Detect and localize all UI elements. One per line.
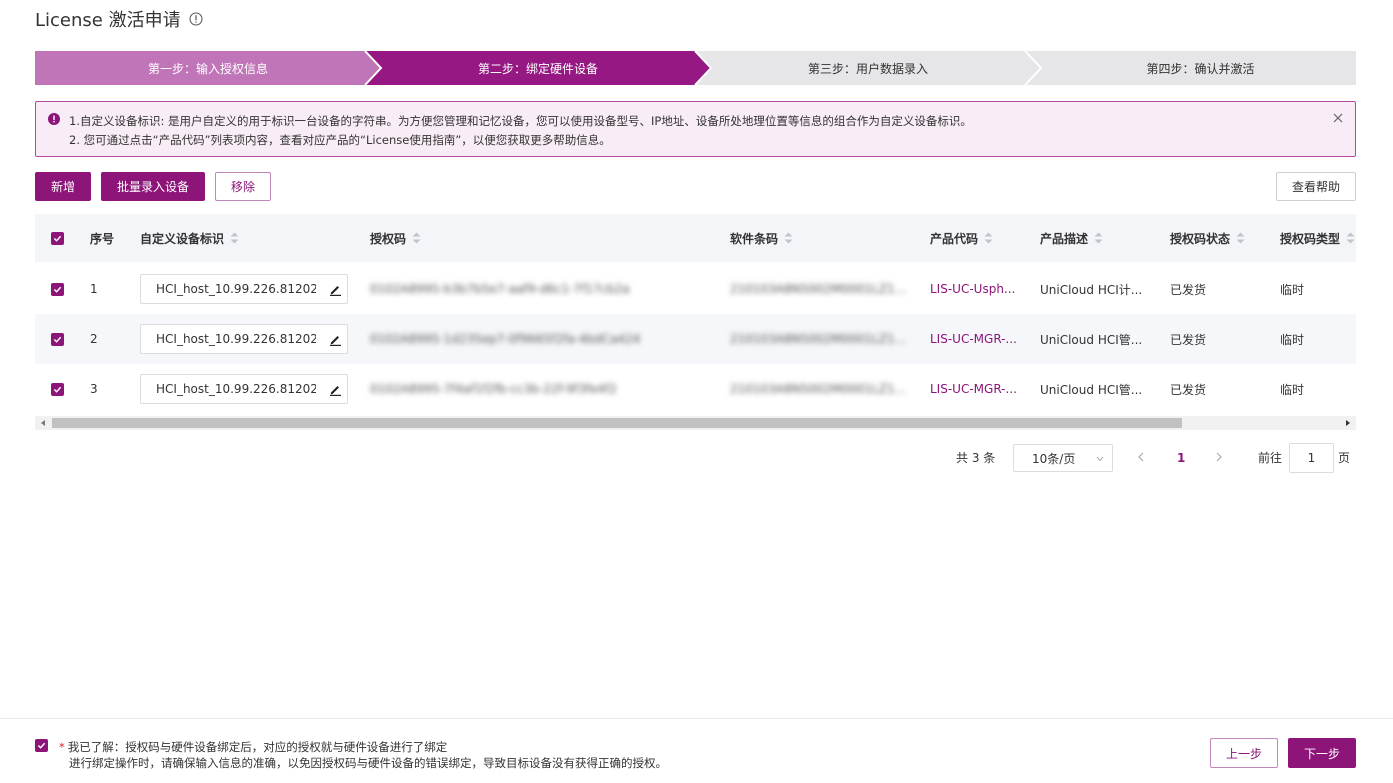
- prev-step-button[interactable]: 上一步: [1210, 738, 1278, 768]
- scroll-right-icon[interactable]: [1344, 419, 1352, 427]
- step-separator: [1024, 51, 1043, 85]
- sort-icon[interactable]: [984, 232, 993, 244]
- barcode-cell: 210103A8N5002M0001LZ1...: [730, 332, 907, 346]
- page-unit-label: 页: [1338, 451, 1351, 465]
- row-index: 2: [90, 332, 98, 346]
- table-row[interactable]: 3 HCI_host_10.99.226.81202 0102A8995-7f4…: [35, 364, 1356, 414]
- progress-steps: 第四步：确认并激活 第三步：用户数据录入 第二步：绑定硬件设备 第一步：输入授权…: [35, 51, 1356, 85]
- step-separator: [694, 51, 713, 85]
- goto-label: 前往: [1258, 451, 1283, 465]
- alert-line-1: 1.自定义设备标识: 是用户自定义的用于标识一台设备的字符串。为方便您管理和记忆…: [69, 114, 972, 128]
- page-title-bar: License 激活申请: [35, 8, 203, 31]
- chevron-down-icon: [1096, 456, 1104, 462]
- sort-icon[interactable]: [1094, 232, 1103, 244]
- next-step-button[interactable]: 下一步: [1288, 738, 1356, 768]
- step-4: 第四步：确认并激活: [1025, 51, 1356, 85]
- table-row[interactable]: 1 HCI_host_10.99.226.81202 0102A8995-b3b…: [35, 264, 1356, 314]
- info-icon[interactable]: [189, 12, 203, 26]
- exclamation-icon: [48, 113, 60, 125]
- sort-icon[interactable]: [412, 232, 421, 244]
- header-device-id[interactable]: 自定义设备标识: [140, 214, 239, 262]
- edit-icon[interactable]: [329, 383, 342, 396]
- edit-icon[interactable]: [329, 333, 342, 346]
- product-code-link[interactable]: LIS-UC-MGR-...: [930, 364, 1017, 414]
- header-barcode[interactable]: 软件条码: [730, 214, 793, 262]
- product-code-link[interactable]: LIS-UC-Usph...: [930, 264, 1015, 314]
- row-checkbox[interactable]: [51, 364, 64, 414]
- page-size-select[interactable]: 10条/页: [1013, 444, 1113, 472]
- header-index: 序号: [90, 231, 115, 246]
- row-index: 3: [90, 382, 98, 396]
- device-id-input[interactable]: HCI_host_10.99.226.81202: [140, 324, 348, 354]
- remove-button[interactable]: 移除: [215, 172, 271, 201]
- acknowledge-checkbox[interactable]: [35, 739, 48, 752]
- device-id-input[interactable]: HCI_host_10.99.226.81202: [140, 374, 348, 404]
- header-product-desc[interactable]: 产品描述: [1040, 214, 1103, 262]
- row-checkbox[interactable]: [51, 264, 64, 314]
- batch-add-devices-button[interactable]: 批量录入设备: [101, 172, 205, 201]
- info-alert: 1.自定义设备标识: 是用户自定义的用于标识一台设备的字符串。为方便您管理和记忆…: [35, 101, 1356, 157]
- goto-page-input[interactable]: 1: [1289, 443, 1334, 473]
- add-button[interactable]: 新增: [35, 172, 91, 201]
- edit-icon[interactable]: [329, 283, 342, 296]
- step-separator: [364, 51, 383, 85]
- current-page[interactable]: 1: [1177, 443, 1185, 472]
- acknowledge-text-2: 进行绑定操作时，请确保输入信息的准确，以免因授权码与硬件设备的错误绑定，导致目标…: [69, 756, 667, 770]
- table-row[interactable]: 2 HCI_host_10.99.226.81202 0102A8995-1d2…: [35, 314, 1356, 364]
- device-table: 序号 自定义设备标识 授权码 软件条码 产品代码 产品描述 授权码状态 授权码类…: [35, 214, 1356, 430]
- type-cell: 临时: [1280, 282, 1305, 297]
- status-cell: 已发货: [1170, 382, 1207, 397]
- product-desc-cell: UniCloud HCI计...: [1040, 282, 1143, 297]
- auth-code-cell: 0102A8995-1d235ep7-0f9665f2fa-4bdCa424: [370, 332, 641, 346]
- scrollbar-thumb[interactable]: [52, 418, 1182, 428]
- header-status[interactable]: 授权码状态: [1170, 214, 1245, 262]
- barcode-cell: 210103A8N5002M0001LZ1...: [730, 282, 907, 296]
- alert-line-2: 2. 您可通过点击“产品代码”列表项内容，查看对应产品的“License使用指南…: [69, 133, 611, 147]
- close-icon[interactable]: [1333, 113, 1343, 123]
- status-cell: 已发货: [1170, 332, 1207, 347]
- header-product-code[interactable]: 产品代码: [930, 214, 993, 262]
- product-code-link[interactable]: LIS-UC-MGR-...: [930, 314, 1017, 364]
- auth-code-cell: 0102A8995-7f4af1f2fb-cc3b-22f-9f3fe4f2: [370, 382, 617, 396]
- barcode-cell: 210103A8N5002M0001LZ1...: [730, 382, 907, 396]
- product-desc-cell: UniCloud HCI管...: [1040, 382, 1143, 397]
- step-3: 第三步：用户数据录入: [695, 51, 1041, 85]
- view-help-button[interactable]: 查看帮助: [1276, 172, 1356, 201]
- auth-code-cell: 0102A8995-b3b7b5e7-aaf9-d6c1-7f17cb2a: [370, 282, 630, 296]
- page-title: License 激活申请: [35, 10, 181, 31]
- row-checkbox[interactable]: [51, 314, 64, 364]
- row-index: 1: [90, 282, 98, 296]
- step-2: 第二步：绑定硬件设备: [365, 51, 711, 85]
- device-id-input[interactable]: HCI_host_10.99.226.81202: [140, 274, 348, 304]
- acknowledge-text-1: * 我已了解：授权码与硬件设备绑定后，对应的授权就与硬件设备进行了绑定: [59, 740, 448, 754]
- required-star: *: [59, 740, 65, 754]
- header-type[interactable]: 授权码类型: [1280, 214, 1355, 262]
- type-cell: 临时: [1280, 332, 1305, 347]
- horizontal-scrollbar[interactable]: [35, 416, 1356, 430]
- sort-icon[interactable]: [784, 232, 793, 244]
- status-cell: 已发货: [1170, 282, 1207, 297]
- scroll-left-icon[interactable]: [39, 419, 47, 427]
- sort-icon[interactable]: [1346, 232, 1355, 244]
- product-desc-cell: UniCloud HCI管...: [1040, 332, 1143, 347]
- step-1: 第一步：输入授权信息: [35, 51, 381, 85]
- select-all-checkbox[interactable]: [51, 214, 64, 262]
- sort-icon[interactable]: [1236, 232, 1245, 244]
- header-auth-code[interactable]: 授权码: [370, 214, 421, 262]
- type-cell: 临时: [1280, 382, 1305, 397]
- table-header: 序号 自定义设备标识 授权码 软件条码 产品代码 产品描述 授权码状态 授权码类…: [35, 214, 1356, 262]
- prev-page-icon[interactable]: [1137, 452, 1145, 462]
- sort-icon[interactable]: [230, 232, 239, 244]
- next-page-icon[interactable]: [1215, 452, 1223, 462]
- total-count: 共 3 条: [956, 451, 996, 465]
- footer-divider: [0, 718, 1393, 719]
